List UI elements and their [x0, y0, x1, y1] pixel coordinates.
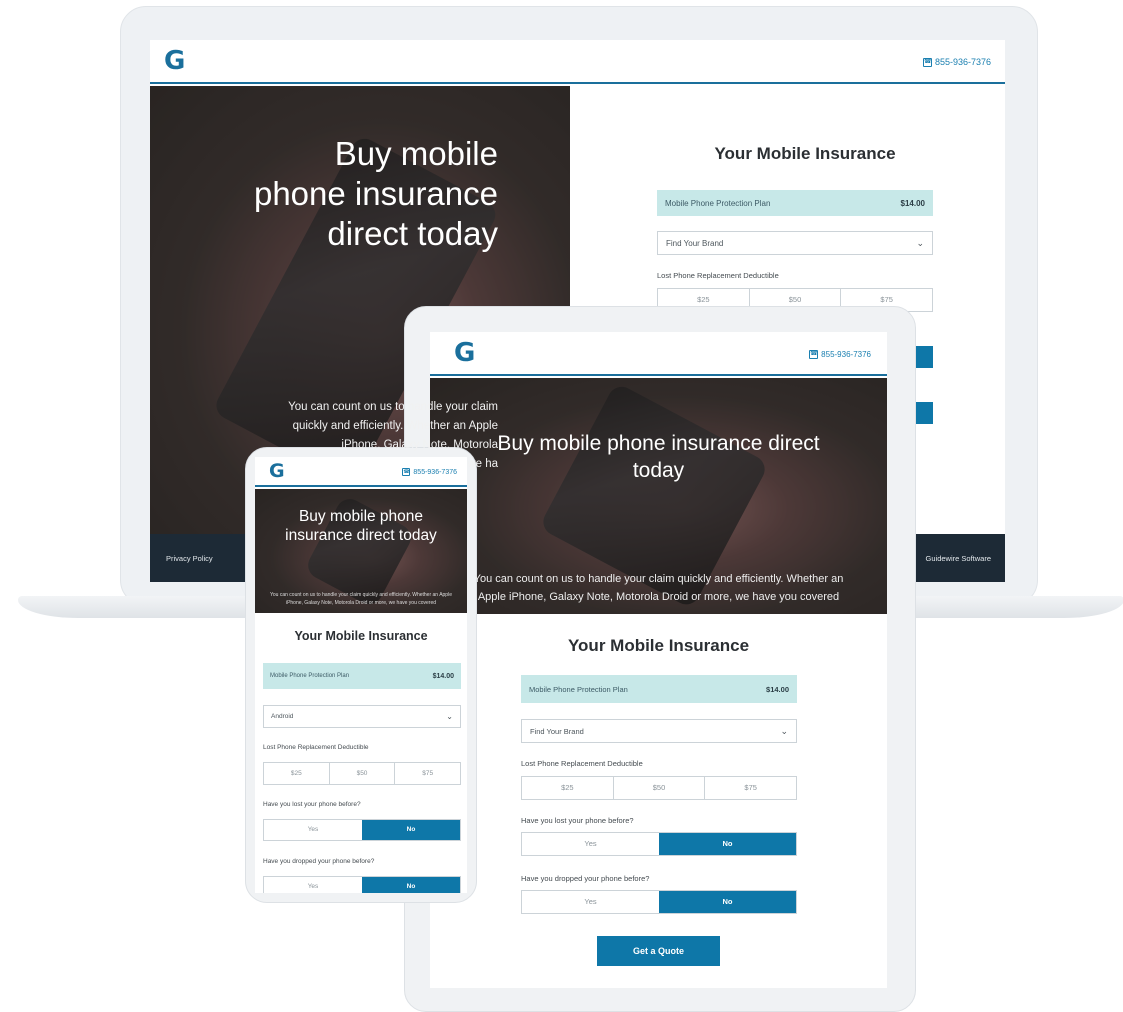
phone-number: 855-936-7376	[934, 57, 991, 67]
privacy-link[interactable]: Privacy Policy	[166, 554, 213, 563]
lost-yes-button[interactable]: Yes	[264, 820, 362, 840]
hero-body: You can count on us to handle your claim…	[473, 573, 844, 603]
lost-toggle: Yes No	[263, 819, 461, 841]
deductible-label: Lost Phone Replacement Deductible	[263, 744, 369, 751]
dropped-yes-button[interactable]: Yes	[264, 877, 362, 893]
deductible-label: Lost Phone Replacement Deductible	[657, 271, 779, 280]
company-link[interactable]: Guidewire Software	[926, 554, 991, 563]
hero-title: Buy mobile phone insurance direct today	[253, 135, 498, 252]
deductible-option[interactable]: $75	[704, 777, 796, 799]
plan-label: Mobile Phone Protection Plan	[529, 684, 628, 694]
phone-icon: ☎	[809, 350, 819, 359]
phone-number: 855-936-7376	[821, 350, 871, 359]
brand-select[interactable]: Find Your Brand ⌄	[657, 231, 933, 255]
hero-body: You can count on us to handle your claim…	[288, 401, 498, 470]
phone-icon: ☎	[922, 57, 932, 67]
lost-toggle: Yes No	[521, 832, 797, 856]
phone-link[interactable]: ☎ 855-936-7376	[809, 350, 871, 359]
tablet-header: G ☎ 855-936-7376	[430, 332, 887, 376]
lost-no-button[interactable]: No	[362, 820, 460, 840]
hero-title: Buy mobile phone insurance direct today	[285, 508, 437, 544]
phone-screen: G ☎ 855-936-7376 Buy mobile phone insura…	[255, 457, 467, 893]
deductible-option[interactable]: $50	[612, 777, 705, 799]
dropped-question: Have you dropped your phone before?	[263, 858, 375, 865]
brand-select-value: Find Your Brand	[530, 726, 584, 736]
deductible-options: $25 $50 $75	[263, 762, 461, 785]
plan-row: Mobile Phone Protection Plan $14.00	[263, 663, 461, 689]
plan-label: Mobile Phone Protection Plan	[270, 673, 350, 679]
brand-select-value: Android	[271, 713, 294, 720]
lost-yes-button[interactable]: Yes	[522, 833, 659, 855]
hero-title: Buy mobile phone insurance direct today	[497, 432, 820, 482]
laptop-header: G ☎ 855-936-7376	[150, 40, 1005, 84]
deductible-option[interactable]: $75	[394, 763, 460, 784]
plan-row: Mobile Phone Protection Plan $14.00	[521, 675, 797, 703]
plan-label: Mobile Phone Protection Plan	[665, 198, 771, 208]
plan-price: $14.00	[900, 198, 925, 208]
dropped-toggle: Yes No	[263, 876, 461, 893]
lost-question: Have you lost your phone before?	[263, 801, 361, 808]
card-title: Your Mobile Insurance	[714, 144, 896, 163]
brand-select[interactable]: Find Your Brand ⌄	[521, 719, 797, 743]
hero-image: Buy mobile phone insurance direct today …	[255, 489, 467, 613]
hero-body: You can count on us to handle your claim…	[270, 592, 452, 606]
logo-icon[interactable]: G	[164, 46, 185, 76]
lost-no-button[interactable]: No	[659, 833, 796, 855]
card-title: Your Mobile Insurance	[294, 629, 428, 643]
dropped-question: Have you dropped your phone before?	[521, 874, 650, 883]
dropped-no-button[interactable]: No	[659, 891, 796, 913]
chevron-down-icon: ⌄	[446, 712, 453, 721]
deductible-label: Lost Phone Replacement Deductible	[521, 759, 643, 768]
brand-select[interactable]: Android ⌄	[263, 705, 461, 728]
deductible-option[interactable]: $25	[264, 763, 329, 784]
brand-select-value: Find Your Brand	[666, 238, 724, 248]
logo-icon[interactable]: G	[454, 338, 475, 368]
phone-link[interactable]: ☎ 855-936-7376	[922, 57, 991, 67]
chevron-down-icon: ⌄	[916, 237, 924, 248]
get-quote-button[interactable]: Get a Quote	[597, 936, 720, 966]
dropped-no-button[interactable]: No	[362, 877, 460, 893]
tablet-screen: G ☎ 855-936-7376 Buy mobile phone insura…	[430, 332, 887, 988]
dropped-yes-button[interactable]: Yes	[522, 891, 659, 913]
dropped-toggle: Yes No	[521, 890, 797, 914]
plan-price: $14.00	[766, 684, 789, 694]
chevron-down-icon: ⌄	[780, 725, 788, 736]
hero-image: Buy mobile phone insurance direct today …	[430, 378, 887, 614]
plan-price: $14.00	[432, 672, 454, 680]
lost-question: Have you lost your phone before?	[521, 816, 634, 825]
deductible-option[interactable]: $25	[522, 777, 613, 799]
deductible-option[interactable]: $50	[328, 763, 395, 784]
deductible-options: $25 $50 $75	[521, 776, 797, 800]
plan-row: Mobile Phone Protection Plan $14.00	[657, 190, 933, 216]
card-title: Your Mobile Insurance	[567, 636, 750, 655]
